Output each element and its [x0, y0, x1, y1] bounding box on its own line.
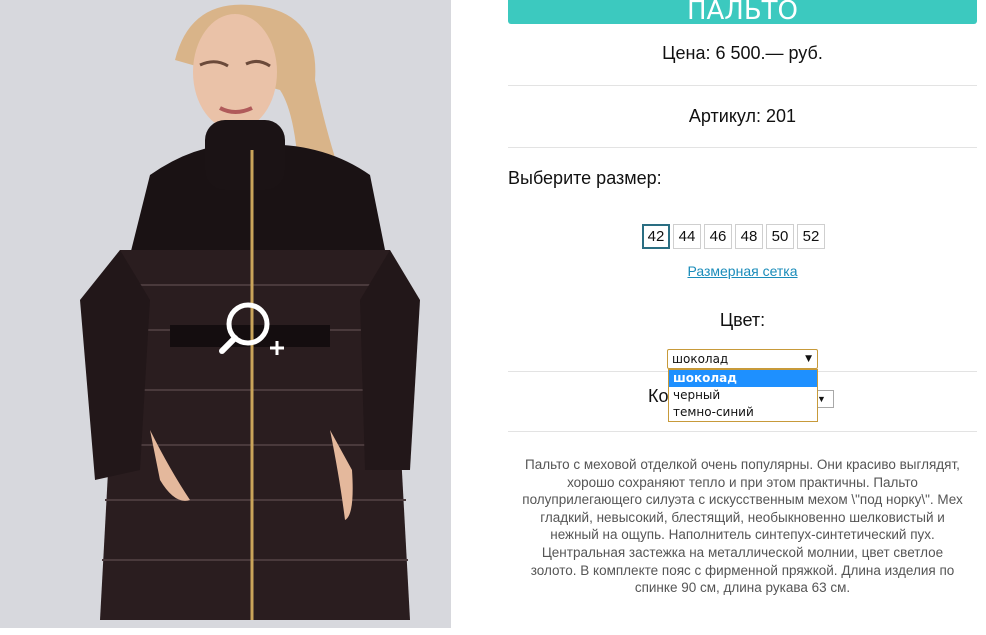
size-option[interactable]: 42 [642, 224, 670, 249]
product-description: Пальто с меховой отделкой очень популярн… [522, 457, 963, 596]
zoom-in-icon[interactable] [218, 298, 288, 360]
color-option[interactable]: темно-синий [669, 404, 817, 421]
divider [508, 431, 977, 432]
choose-size-label: Выберите размер: [508, 168, 662, 188]
chevron-down-icon: ▼ [805, 354, 812, 364]
price: Цена: 6 500.— руб. [508, 24, 977, 86]
size-option[interactable]: 52 [797, 224, 825, 249]
color-option[interactable]: черный [669, 387, 817, 404]
color-select-value: шоколад [672, 352, 729, 366]
color-option[interactable]: шоколад [669, 370, 817, 387]
color-dropdown: шоколад черный темно-синий [668, 369, 818, 422]
size-selector: 42 44 46 48 50 52 [642, 224, 825, 249]
product-photo[interactable] [0, 0, 451, 628]
size-option[interactable]: 44 [673, 224, 701, 249]
color-select[interactable]: шоколад ▼ [667, 349, 818, 369]
size-option[interactable]: 50 [766, 224, 794, 249]
size-option[interactable]: 48 [735, 224, 763, 249]
product-info: ПАЛЬТО Цена: 6 500.— руб. Артикул: 201 В… [508, 0, 977, 595]
size-option[interactable]: 46 [704, 224, 732, 249]
quantity-label: Ко [648, 386, 669, 406]
color-label: Цвет: [719, 310, 766, 330]
product-title: ПАЛЬТО [508, 0, 977, 24]
size-chart-link[interactable]: Размерная сетка [508, 263, 977, 279]
sku: Артикул: 201 [508, 86, 977, 148]
